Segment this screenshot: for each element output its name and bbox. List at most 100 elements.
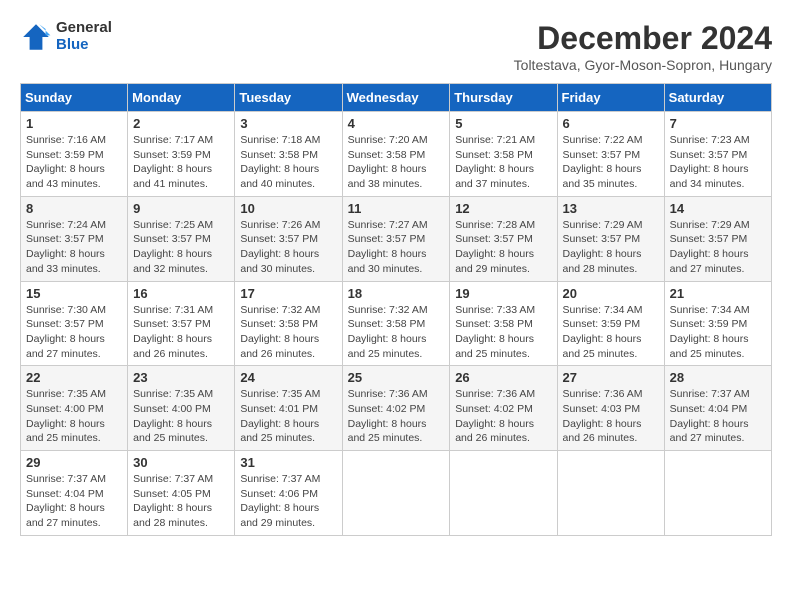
day-number: 17 [240, 286, 336, 301]
day-info: Sunrise: 7:36 AMSunset: 4:02 PMDaylight:… [455, 388, 535, 444]
day-info: Sunrise: 7:36 AMSunset: 4:02 PMDaylight:… [348, 388, 428, 444]
day-info: Sunrise: 7:35 AMSunset: 4:00 PMDaylight:… [26, 388, 106, 444]
day-cell: 7 Sunrise: 7:23 AMSunset: 3:57 PMDaylight… [664, 112, 771, 197]
day-info: Sunrise: 7:28 AMSunset: 3:57 PMDaylight:… [455, 219, 535, 275]
day-cell: 9 Sunrise: 7:25 AMSunset: 3:57 PMDaylight… [128, 196, 235, 281]
day-cell: 4 Sunrise: 7:20 AMSunset: 3:58 PMDaylight… [342, 112, 450, 197]
day-info: Sunrise: 7:29 AMSunset: 3:57 PMDaylight:… [563, 219, 643, 275]
week-row-1: 1 Sunrise: 7:16 AMSunset: 3:59 PMDaylight… [21, 112, 772, 197]
week-row-3: 15 Sunrise: 7:30 AMSunset: 3:57 PMDayligh… [21, 281, 772, 366]
weekday-saturday: Saturday [664, 84, 771, 112]
day-number: 30 [133, 455, 229, 470]
day-cell: 31Sunrise: 7:37 AMSunset: 4:06 PMDayligh… [235, 451, 342, 536]
day-number: 23 [133, 370, 229, 385]
day-cell: 17Sunrise: 7:32 AMSunset: 3:58 PMDayligh… [235, 281, 342, 366]
title-block: December 2024 Toltestava, Gyor-Moson-Sop… [514, 20, 772, 73]
day-number: 14 [670, 201, 766, 216]
day-number: 27 [563, 370, 659, 385]
day-number: 13 [563, 201, 659, 216]
day-number: 11 [348, 201, 445, 216]
day-cell [664, 451, 771, 536]
day-number: 6 [563, 116, 659, 131]
day-cell: 22 Sunrise: 7:35 AMSunset: 4:00 PMDayligh… [21, 366, 128, 451]
day-info: Sunrise: 7:33 AMSunset: 3:58 PMDaylight:… [455, 304, 535, 360]
month-title: December 2024 [514, 20, 772, 57]
day-info: Sunrise: 7:37 AMSunset: 4:05 PMDaylight:… [133, 473, 213, 529]
week-row-5: 29Sunrise: 7:37 AMSunset: 4:04 PMDayligh… [21, 451, 772, 536]
weekday-tuesday: Tuesday [235, 84, 342, 112]
day-number: 25 [348, 370, 445, 385]
day-info: Sunrise: 7:26 AMSunset: 3:57 PMDaylight:… [240, 219, 320, 275]
day-info: Sunrise: 7:27 AMSunset: 3:57 PMDaylight:… [348, 219, 428, 275]
day-cell: 20 Sunrise: 7:34 AMSunset: 3:59 PMDayligh… [557, 281, 664, 366]
day-number: 7 [670, 116, 766, 131]
day-cell: 16 Sunrise: 7:31 AMSunset: 3:57 PMDayligh… [128, 281, 235, 366]
day-info: Sunrise: 7:37 AMSunset: 4:04 PMDaylight:… [670, 388, 750, 444]
day-number: 9 [133, 201, 229, 216]
day-info: Sunrise: 7:35 AMSunset: 4:00 PMDaylight:… [133, 388, 213, 444]
day-cell: 10 Sunrise: 7:26 AMSunset: 3:57 PMDayligh… [235, 196, 342, 281]
weekday-wednesday: Wednesday [342, 84, 450, 112]
day-number: 1 [26, 116, 122, 131]
day-cell: 23 Sunrise: 7:35 AMSunset: 4:00 PMDayligh… [128, 366, 235, 451]
day-cell: 28 Sunrise: 7:37 AMSunset: 4:04 PMDayligh… [664, 366, 771, 451]
day-cell: 30 Sunrise: 7:37 AMSunset: 4:05 PMDayligh… [128, 451, 235, 536]
day-info: Sunrise: 7:35 AMSunset: 4:01 PMDaylight:… [240, 388, 320, 444]
weekday-header-row: SundayMondayTuesdayWednesdayThursdayFrid… [21, 84, 772, 112]
logo: General Blue [20, 20, 112, 53]
weekday-sunday: Sunday [21, 84, 128, 112]
logo-blue: Blue [56, 37, 112, 54]
day-number: 26 [455, 370, 551, 385]
day-number: 20 [563, 286, 659, 301]
day-info: Sunrise: 7:22 AMSunset: 3:57 PMDaylight:… [563, 134, 643, 190]
day-cell: 29Sunrise: 7:37 AMSunset: 4:04 PMDayligh… [21, 451, 128, 536]
day-number: 21 [670, 286, 766, 301]
day-cell [557, 451, 664, 536]
day-cell: 2Sunrise: 7:17 AMSunset: 3:59 PMDaylight… [128, 112, 235, 197]
day-info: Sunrise: 7:37 AMSunset: 4:04 PMDaylight:… [26, 473, 106, 529]
day-number: 15 [26, 286, 122, 301]
day-number: 12 [455, 201, 551, 216]
calendar-body: 1 Sunrise: 7:16 AMSunset: 3:59 PMDaylight… [21, 112, 772, 536]
day-info: Sunrise: 7:31 AMSunset: 3:57 PMDaylight:… [133, 304, 213, 360]
calendar-table: SundayMondayTuesdayWednesdayThursdayFrid… [20, 83, 772, 536]
day-number: 22 [26, 370, 122, 385]
day-number: 19 [455, 286, 551, 301]
day-number: 8 [26, 201, 122, 216]
logo-text: General Blue [56, 20, 112, 53]
day-cell: 1 Sunrise: 7:16 AMSunset: 3:59 PMDaylight… [21, 112, 128, 197]
day-number: 28 [670, 370, 766, 385]
day-info: Sunrise: 7:23 AMSunset: 3:57 PMDaylight:… [670, 134, 750, 190]
day-cell: 6 Sunrise: 7:22 AMSunset: 3:57 PMDaylight… [557, 112, 664, 197]
day-info: Sunrise: 7:20 AMSunset: 3:58 PMDaylight:… [348, 134, 428, 190]
day-cell: 24 Sunrise: 7:35 AMSunset: 4:01 PMDayligh… [235, 366, 342, 451]
day-cell: 19 Sunrise: 7:33 AMSunset: 3:58 PMDayligh… [450, 281, 557, 366]
weekday-friday: Friday [557, 84, 664, 112]
day-info: Sunrise: 7:34 AMSunset: 3:59 PMDaylight:… [670, 304, 750, 360]
day-cell: 8Sunrise: 7:24 AMSunset: 3:57 PMDaylight… [21, 196, 128, 281]
day-info: Sunrise: 7:17 AMSunset: 3:59 PMDaylight:… [133, 134, 213, 190]
day-info: Sunrise: 7:36 AMSunset: 4:03 PMDaylight:… [563, 388, 643, 444]
day-number: 10 [240, 201, 336, 216]
day-number: 5 [455, 116, 551, 131]
day-info: Sunrise: 7:30 AMSunset: 3:57 PMDaylight:… [26, 304, 106, 360]
day-number: 16 [133, 286, 229, 301]
day-info: Sunrise: 7:18 AMSunset: 3:58 PMDaylight:… [240, 134, 320, 190]
day-cell: 12 Sunrise: 7:28 AMSunset: 3:57 PMDayligh… [450, 196, 557, 281]
day-info: Sunrise: 7:29 AMSunset: 3:57 PMDaylight:… [670, 219, 750, 275]
location: Toltestava, Gyor-Moson-Sopron, Hungary [514, 57, 772, 73]
day-cell: 27 Sunrise: 7:36 AMSunset: 4:03 PMDayligh… [557, 366, 664, 451]
day-info: Sunrise: 7:32 AMSunset: 3:58 PMDaylight:… [348, 304, 428, 360]
day-info: Sunrise: 7:16 AMSunset: 3:59 PMDaylight:… [26, 134, 106, 190]
day-cell: 13 Sunrise: 7:29 AMSunset: 3:57 PMDayligh… [557, 196, 664, 281]
day-number: 31 [240, 455, 336, 470]
day-number: 24 [240, 370, 336, 385]
day-cell [450, 451, 557, 536]
day-cell: 18Sunrise: 7:32 AMSunset: 3:58 PMDayligh… [342, 281, 450, 366]
day-cell: 15 Sunrise: 7:30 AMSunset: 3:57 PMDayligh… [21, 281, 128, 366]
day-info: Sunrise: 7:25 AMSunset: 3:57 PMDaylight:… [133, 219, 213, 275]
day-cell: 3Sunrise: 7:18 AMSunset: 3:58 PMDaylight… [235, 112, 342, 197]
day-number: 4 [348, 116, 445, 131]
day-info: Sunrise: 7:34 AMSunset: 3:59 PMDaylight:… [563, 304, 643, 360]
week-row-2: 8Sunrise: 7:24 AMSunset: 3:57 PMDaylight… [21, 196, 772, 281]
